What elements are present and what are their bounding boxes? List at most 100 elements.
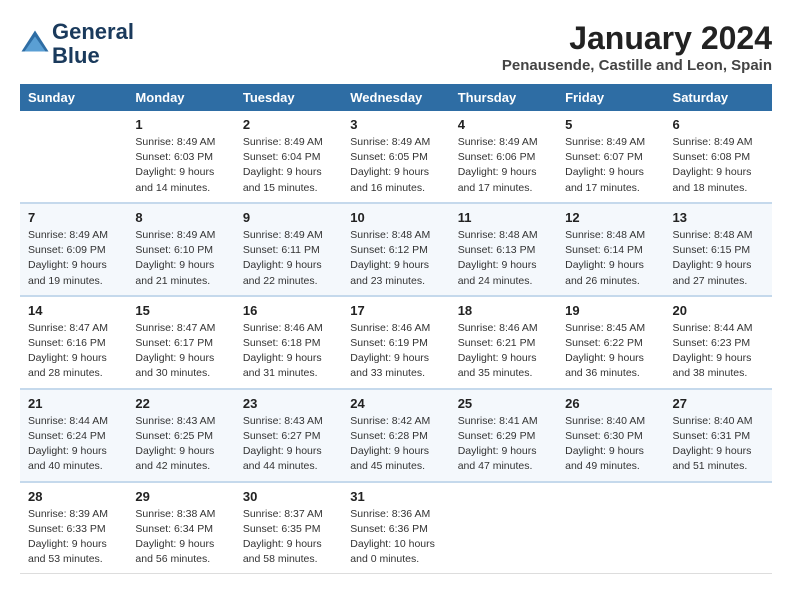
calendar-day-cell: 27 Sunrise: 8:40 AMSunset: 6:31 PMDayligh… [665, 389, 772, 482]
calendar-day-cell [665, 482, 772, 574]
calendar-week-row: 21Sunrise: 8:44 AMSunset: 6:24 PMDayligh… [20, 389, 772, 482]
day-number: 30 [243, 489, 334, 504]
day-info: Sunrise: 8:49 AMSunset: 6:05 PMDaylight:… [350, 135, 441, 196]
day-number: 4 [458, 117, 549, 132]
location: Penausende, Castille and Leon, Spain [502, 57, 772, 74]
day-number: 6 [673, 117, 764, 132]
day-info: Sunrise: 8:48 AMSunset: 6:12 PMDaylight:… [350, 228, 441, 289]
day-number: 2 [243, 117, 334, 132]
day-info: Sunrise: 8:49 AMSunset: 6:08 PMDaylight:… [673, 135, 764, 196]
day-number: 20 [673, 303, 764, 318]
day-info: Sunrise: 8:41 AMSunset: 6:29 PMDaylight:… [458, 414, 549, 475]
day-info: Sunrise: 8:48 AMSunset: 6:15 PMDaylight:… [673, 228, 764, 289]
day-info: Sunrise: 8:47 AMSunset: 6:16 PMDaylight:… [28, 321, 119, 382]
weekday-header-sunday: Sunday [20, 84, 127, 111]
day-number: 21 [28, 396, 119, 411]
calendar-day-cell [450, 482, 557, 574]
calendar-day-cell: 23Sunrise: 8:43 AMSunset: 6:27 PMDayligh… [235, 389, 342, 482]
day-info: Sunrise: 8:43 AMSunset: 6:25 PMDaylight:… [135, 414, 226, 475]
day-info: Sunrise: 8:36 AMSunset: 6:36 PMDaylight:… [350, 507, 441, 568]
day-number: 9 [243, 210, 334, 225]
day-info: Sunrise: 8:39 AMSunset: 6:33 PMDaylight:… [28, 507, 119, 568]
logo-text: General Blue [52, 20, 134, 68]
calendar-day-cell: 14 Sunrise: 8:47 AMSunset: 6:16 PMDayligh… [20, 296, 127, 389]
day-info: Sunrise: 8:40 AMSunset: 6:31 PMDaylight:… [673, 414, 764, 475]
day-number: 16 [243, 303, 334, 318]
calendar-week-row: 1 Sunrise: 8:49 AMSunset: 6:03 PMDaylight… [20, 111, 772, 203]
day-number: 28 [28, 489, 119, 504]
day-info: Sunrise: 8:49 AMSunset: 6:07 PMDaylight:… [565, 135, 656, 196]
calendar-day-cell [20, 111, 127, 203]
day-number: 3 [350, 117, 441, 132]
day-info: Sunrise: 8:49 AMSunset: 6:11 PMDaylight:… [243, 228, 334, 289]
day-number: 24 [350, 396, 441, 411]
weekday-header-saturday: Saturday [665, 84, 772, 111]
logo-line2: Blue [52, 44, 134, 68]
day-info: Sunrise: 8:37 AMSunset: 6:35 PMDaylight:… [243, 507, 334, 568]
calendar-day-cell: 17Sunrise: 8:46 AMSunset: 6:19 PMDayligh… [342, 296, 449, 389]
logo-line1: General [52, 20, 134, 44]
page-header: General Blue January 2024 Penausende, Ca… [20, 20, 772, 74]
day-number: 26 [565, 396, 656, 411]
calendar-day-cell: 2 Sunrise: 8:49 AMSunset: 6:04 PMDaylight… [235, 111, 342, 203]
calendar-day-cell: 16 Sunrise: 8:46 AMSunset: 6:18 PMDayligh… [235, 296, 342, 389]
calendar-day-cell: 31Sunrise: 8:36 AMSunset: 6:36 PMDayligh… [342, 482, 449, 574]
calendar-week-row: 28 Sunrise: 8:39 AMSunset: 6:33 PMDayligh… [20, 482, 772, 574]
weekday-header-tuesday: Tuesday [235, 84, 342, 111]
calendar-week-row: 14 Sunrise: 8:47 AMSunset: 6:16 PMDayligh… [20, 296, 772, 389]
calendar-day-cell: 8Sunrise: 8:49 AMSunset: 6:10 PMDaylight… [127, 203, 234, 296]
day-info: Sunrise: 8:49 AMSunset: 6:03 PMDaylight:… [135, 135, 226, 196]
calendar-day-cell: 29 Sunrise: 8:38 AMSunset: 6:34 PMDayligh… [127, 482, 234, 574]
day-info: Sunrise: 8:46 AMSunset: 6:19 PMDaylight:… [350, 321, 441, 382]
day-number: 11 [458, 210, 549, 225]
day-info: Sunrise: 8:40 AMSunset: 6:30 PMDaylight:… [565, 414, 656, 475]
day-info: Sunrise: 8:46 AMSunset: 6:18 PMDaylight:… [243, 321, 334, 382]
day-number: 19 [565, 303, 656, 318]
day-number: 25 [458, 396, 549, 411]
day-number: 7 [28, 210, 119, 225]
month-year: January 2024 [502, 20, 772, 57]
calendar-day-cell: 21Sunrise: 8:44 AMSunset: 6:24 PMDayligh… [20, 389, 127, 482]
day-info: Sunrise: 8:38 AMSunset: 6:34 PMDaylight:… [135, 507, 226, 568]
calendar-day-cell: 13 Sunrise: 8:48 AMSunset: 6:15 PMDayligh… [665, 203, 772, 296]
calendar-day-cell: 9 Sunrise: 8:49 AMSunset: 6:11 PMDaylight… [235, 203, 342, 296]
calendar-day-cell: 6 Sunrise: 8:49 AMSunset: 6:08 PMDaylight… [665, 111, 772, 203]
calendar-day-cell: 3 Sunrise: 8:49 AMSunset: 6:05 PMDaylight… [342, 111, 449, 203]
day-info: Sunrise: 8:44 AMSunset: 6:23 PMDaylight:… [673, 321, 764, 382]
day-info: Sunrise: 8:47 AMSunset: 6:17 PMDaylight:… [135, 321, 226, 382]
day-number: 22 [135, 396, 226, 411]
day-number: 12 [565, 210, 656, 225]
calendar-day-cell: 18Sunrise: 8:46 AMSunset: 6:21 PMDayligh… [450, 296, 557, 389]
weekday-header-wednesday: Wednesday [342, 84, 449, 111]
day-info: Sunrise: 8:42 AMSunset: 6:28 PMDaylight:… [350, 414, 441, 475]
calendar-day-cell: 28 Sunrise: 8:39 AMSunset: 6:33 PMDayligh… [20, 482, 127, 574]
weekday-header-thursday: Thursday [450, 84, 557, 111]
day-info: Sunrise: 8:49 AMSunset: 6:09 PMDaylight:… [28, 228, 119, 289]
day-number: 8 [135, 210, 226, 225]
day-number: 14 [28, 303, 119, 318]
weekday-header-monday: Monday [127, 84, 234, 111]
day-number: 23 [243, 396, 334, 411]
calendar-day-cell: 1 Sunrise: 8:49 AMSunset: 6:03 PMDaylight… [127, 111, 234, 203]
day-number: 13 [673, 210, 764, 225]
day-number: 10 [350, 210, 441, 225]
day-info: Sunrise: 8:49 AMSunset: 6:04 PMDaylight:… [243, 135, 334, 196]
calendar-day-cell: 25 Sunrise: 8:41 AMSunset: 6:29 PMDayligh… [450, 389, 557, 482]
calendar-day-cell: 24 Sunrise: 8:42 AMSunset: 6:28 PMDayligh… [342, 389, 449, 482]
day-number: 1 [135, 117, 226, 132]
calendar-week-row: 7 Sunrise: 8:49 AMSunset: 6:09 PMDaylight… [20, 203, 772, 296]
weekday-header-friday: Friday [557, 84, 664, 111]
day-info: Sunrise: 8:48 AMSunset: 6:14 PMDaylight:… [565, 228, 656, 289]
day-number: 29 [135, 489, 226, 504]
logo: General Blue [20, 20, 134, 68]
calendar-day-cell: 4Sunrise: 8:49 AMSunset: 6:06 PMDaylight… [450, 111, 557, 203]
day-info: Sunrise: 8:48 AMSunset: 6:13 PMDaylight:… [458, 228, 549, 289]
calendar-day-cell: 15Sunrise: 8:47 AMSunset: 6:17 PMDayligh… [127, 296, 234, 389]
calendar-day-cell: 20 Sunrise: 8:44 AMSunset: 6:23 PMDayligh… [665, 296, 772, 389]
calendar-day-cell: 10 Sunrise: 8:48 AMSunset: 6:12 PMDayligh… [342, 203, 449, 296]
calendar-day-cell: 5 Sunrise: 8:49 AMSunset: 6:07 PMDaylight… [557, 111, 664, 203]
day-number: 18 [458, 303, 549, 318]
calendar-table: SundayMondayTuesdayWednesdayThursdayFrid… [20, 84, 772, 574]
day-number: 27 [673, 396, 764, 411]
day-number: 5 [565, 117, 656, 132]
